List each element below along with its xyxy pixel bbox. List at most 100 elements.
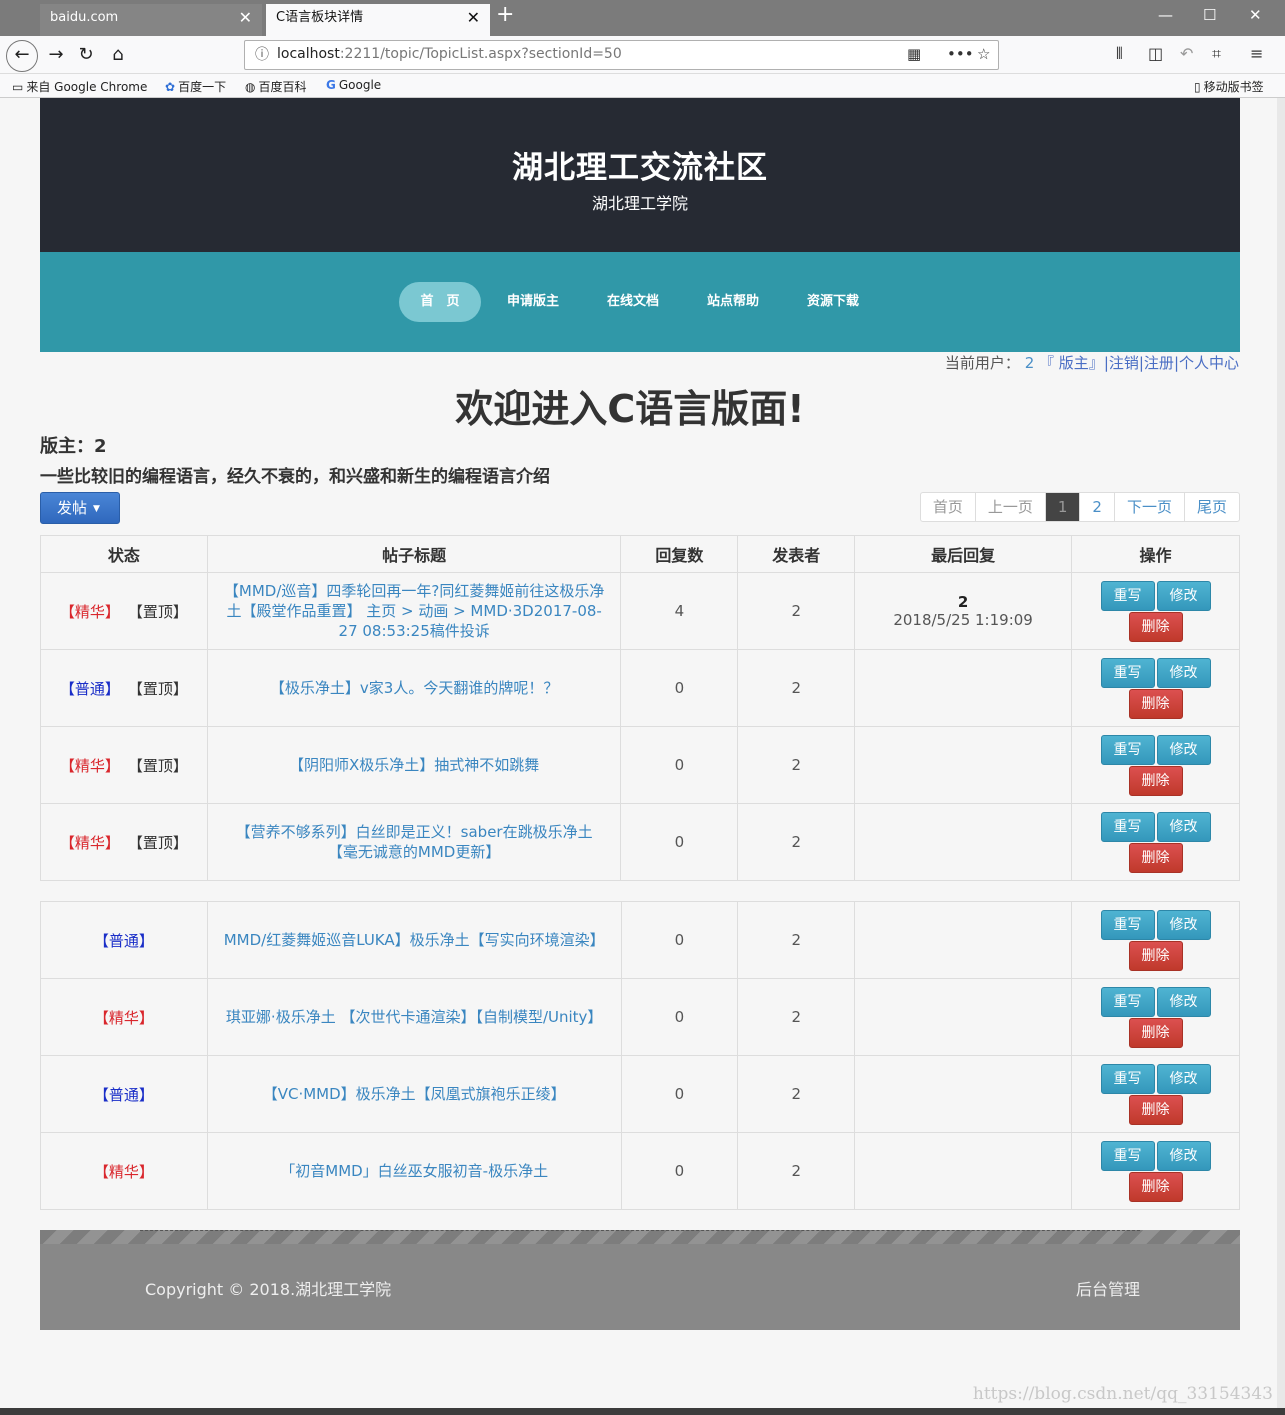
admin-link[interactable]: 后台管理 xyxy=(1076,1276,1140,1300)
site-title: 湖北理工交流社区 xyxy=(512,150,768,186)
bookmark-google[interactable]: G Google xyxy=(326,78,381,92)
page-last[interactable]: 尾页 xyxy=(1183,493,1239,521)
url-bar[interactable]: ⓘ localhost:2211/topic/TopicList.aspx?se… xyxy=(244,40,999,70)
reply-count: 4 xyxy=(620,572,739,650)
topic-title-link[interactable]: 琪亚娜·极乐净土 【次世代卡通渲染】【自制模型/Unity】 xyxy=(212,1007,617,1027)
rewrite-button[interactable]: 重写 xyxy=(1100,909,1155,940)
page-first[interactable]: 首页 xyxy=(921,493,975,521)
rewrite-button[interactable]: 重写 xyxy=(1100,734,1155,765)
reload-icon[interactable]: ↻ xyxy=(72,42,100,70)
nav-downloads[interactable]: 资源下载 xyxy=(795,282,871,322)
new-post-button[interactable]: 发帖 ▼ xyxy=(40,492,120,524)
bookmark-baike[interactable]: ◍ 百度百科 xyxy=(245,78,307,95)
section-description: 一些比较旧的编程语言，经久不衰的，和兴盛和新生的编程语言介绍 xyxy=(40,467,550,487)
bookmark-baidu[interactable]: ✿ 百度一下 xyxy=(165,78,226,95)
page-2[interactable]: 2 xyxy=(1079,493,1114,521)
nav-apply-moderator[interactable]: 申请版主 xyxy=(495,282,571,322)
menu-icon[interactable]: ≡ xyxy=(1250,44,1263,63)
screenshot-icon[interactable]: ⌗ xyxy=(1212,44,1221,64)
delete-button[interactable]: 删除 xyxy=(1128,1094,1183,1125)
close-tab-icon[interactable]: ✕ xyxy=(239,4,252,32)
delete-button[interactable]: 删除 xyxy=(1128,688,1183,719)
info-icon[interactable]: ⓘ xyxy=(255,44,269,64)
delete-button[interactable]: 删除 xyxy=(1128,1017,1183,1048)
forward-icon[interactable]: → xyxy=(42,42,70,70)
rewrite-button[interactable]: 重写 xyxy=(1100,811,1155,842)
col-author: 发表者 xyxy=(737,535,856,573)
edit-button[interactable]: 修改 xyxy=(1156,986,1211,1017)
nav-site-help[interactable]: 站点帮助 xyxy=(695,282,771,322)
home-icon[interactable]: ⌂ xyxy=(104,42,132,70)
topic-title-link[interactable]: 【极乐净土】v家3人。今天翻谁的牌呢！？ xyxy=(256,678,572,698)
status-cell: 【精华】 【置顶】 xyxy=(40,572,208,650)
watermark: https://blog.csdn.net/qq_33154343 xyxy=(972,1384,1273,1404)
delete-button[interactable]: 删除 xyxy=(1128,940,1183,971)
actions-cell: 重写 修改 删除 xyxy=(1071,803,1240,881)
topic-title-link[interactable]: MMD/红菱舞姬巡音LUKA】极乐净土【写实向环境渲染】 xyxy=(210,930,619,950)
title-cell: 【VC·MMD】极乐净土【凤凰式旗袍乐正绫】 xyxy=(206,1055,622,1133)
edit-button[interactable]: 修改 xyxy=(1156,811,1211,842)
rewrite-button[interactable]: 重写 xyxy=(1100,986,1155,1017)
nav-online-docs[interactable]: 在线文档 xyxy=(595,282,671,322)
title-cell: 【MMD/巡音】四季轮回再一年?同红菱舞姬前往这极乐净土【殿堂作品重置】 主页 … xyxy=(206,572,622,650)
browser-toolbar: ← → ↻ ⌂ ⓘ localhost:2211/topic/TopicList… xyxy=(0,36,1285,74)
page-prev[interactable]: 上一页 xyxy=(974,493,1045,521)
bookmark-star-icon[interactable]: ☆ xyxy=(977,45,990,63)
minimize-icon[interactable]: — xyxy=(1158,6,1173,24)
current-user-name[interactable]: 2 xyxy=(1025,354,1035,372)
topic-title-link[interactable]: 【阴阳师X极乐净土】抽式神不如跳舞 xyxy=(275,755,553,775)
user-role[interactable]: 『 版主』 xyxy=(1039,354,1104,372)
globe-icon: ◍ xyxy=(245,80,256,94)
rewrite-button[interactable]: 重写 xyxy=(1100,580,1155,611)
last-reply-cell xyxy=(854,901,1073,979)
sidebar-icon[interactable]: ◫ xyxy=(1148,44,1163,63)
delete-button[interactable]: 删除 xyxy=(1128,1171,1183,1202)
mobile-bookmarks[interactable]: ▯ 移动版书签 xyxy=(1194,78,1264,95)
new-tab-icon[interactable]: + xyxy=(496,2,514,27)
edit-button[interactable]: 修改 xyxy=(1156,1140,1211,1171)
library-icon[interactable]: ⫴ xyxy=(1116,44,1123,64)
topic-title-link[interactable]: 【VC·MMD】极乐净土【凤凰式旗袍乐正绫】 xyxy=(249,1084,580,1104)
tab-label: baidu.com xyxy=(50,10,119,25)
profile-link[interactable]: |个人中心 xyxy=(1174,354,1239,372)
topic-title-link[interactable]: 「初音MMD」白丝巫女服初音-极乐净土 xyxy=(266,1161,562,1181)
back-icon[interactable]: ← xyxy=(6,40,38,72)
vertical-scrollbar[interactable] xyxy=(1277,98,1285,1415)
edit-button[interactable]: 修改 xyxy=(1156,580,1211,611)
status-cell: 【普通】 【置顶】 xyxy=(40,649,208,727)
pinned-badge: 【置顶】 xyxy=(127,756,188,775)
edit-button[interactable]: 修改 xyxy=(1156,909,1211,940)
tab-c-section[interactable]: C语言板块详情 ✕ xyxy=(266,4,490,36)
delete-button[interactable]: 删除 xyxy=(1128,611,1183,642)
close-tab-icon[interactable]: ✕ xyxy=(467,4,480,32)
pinned-badge: 【置顶】 xyxy=(127,679,188,698)
edit-button[interactable]: 修改 xyxy=(1156,734,1211,765)
undo-icon[interactable]: ↶ xyxy=(1180,44,1193,63)
table-row: 【普通】 【置顶】 【极乐净土】v家3人。今天翻谁的牌呢！？ 0 2 重写 修改 删除 xyxy=(40,649,1240,727)
reply-count: 0 xyxy=(620,726,739,804)
delete-button[interactable]: 删除 xyxy=(1128,842,1183,873)
page-next[interactable]: 下一页 xyxy=(1113,493,1184,521)
delete-button[interactable]: 删除 xyxy=(1128,765,1183,796)
rewrite-button[interactable]: 重写 xyxy=(1100,1063,1155,1094)
logout-link[interactable]: |注销 xyxy=(1104,354,1139,372)
register-link[interactable]: |注册 xyxy=(1139,354,1174,372)
page-1[interactable]: 1 xyxy=(1044,493,1080,521)
maximize-icon[interactable]: ☐ xyxy=(1203,6,1216,24)
topic-title-link[interactable]: 【MMD/巡音】四季轮回再一年?同红菱舞姬前往这极乐净土【殿堂作品重置】 主页 … xyxy=(208,581,621,641)
rewrite-button[interactable]: 重写 xyxy=(1100,657,1155,688)
topic-title-link[interactable]: 【营养不够系列】白丝即是正义！saber在跳极乐净土【毫无诚意的MMD更新】 xyxy=(208,822,621,862)
status-badge: 【精华】 xyxy=(93,1008,154,1027)
qr-code-icon[interactable]: ▦ xyxy=(907,45,921,63)
nav-home[interactable]: 首 页 xyxy=(399,282,481,322)
more-icon[interactable]: ••• xyxy=(947,45,974,63)
reply-count: 0 xyxy=(620,978,739,1056)
bookmark-folder[interactable]: ▭ 来自 Google Chrome xyxy=(12,78,147,95)
tab-baidu[interactable]: baidu.com ✕ xyxy=(40,4,262,36)
author: 2 xyxy=(737,901,856,979)
reply-count: 0 xyxy=(620,1055,739,1133)
edit-button[interactable]: 修改 xyxy=(1156,1063,1211,1094)
edit-button[interactable]: 修改 xyxy=(1156,657,1211,688)
rewrite-button[interactable]: 重写 xyxy=(1100,1140,1155,1171)
close-window-icon[interactable]: ✕ xyxy=(1249,6,1262,24)
